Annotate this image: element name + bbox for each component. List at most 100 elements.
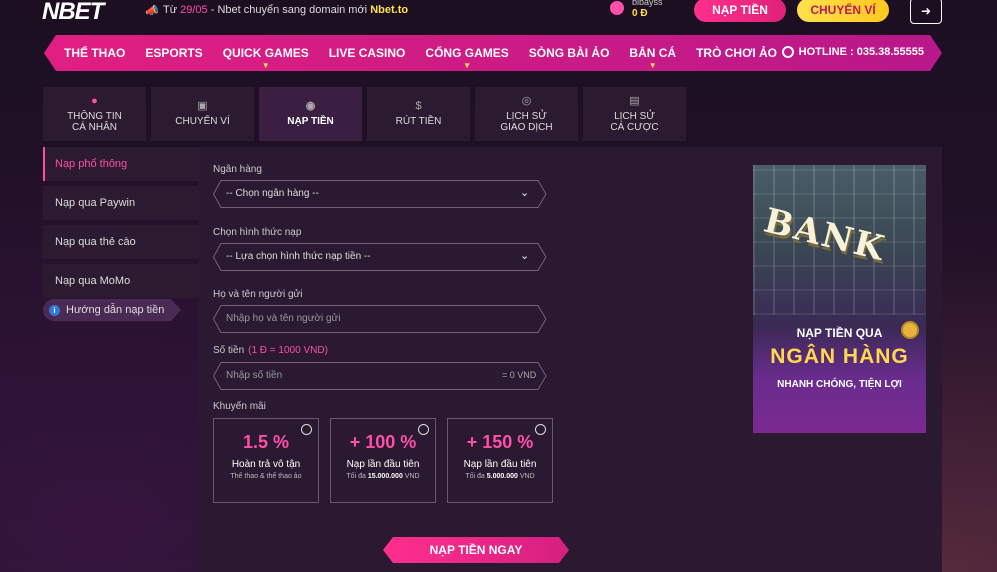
bank-label: Ngân hàng xyxy=(213,164,262,175)
nav-item[interactable]: CỔNG GAMES ▼ xyxy=(415,46,518,70)
account-tab[interactable]: ● THÔNG TIN CÁ NHÂN xyxy=(43,87,146,141)
promo-option[interactable]: + 100 % Nạp lần đầu tiên Tối đa 15.000.000… xyxy=(330,418,436,503)
radio-button[interactable] xyxy=(418,424,429,435)
user-icon: ● xyxy=(91,94,98,107)
announce-domain[interactable]: Nbet.to xyxy=(370,4,408,16)
transfer-top-button[interactable]: CHUYỂN VÍ xyxy=(797,0,889,22)
amount-label: Số tiền (1 Đ = 1000 VND) xyxy=(213,345,328,356)
account-tab[interactable]: ◎ LỊCH SỬ GIAO DỊCH xyxy=(475,87,578,141)
balance: 0 Đ xyxy=(632,8,648,19)
tab-label-line1: THÔNG TIN xyxy=(67,110,122,122)
nav-item[interactable]: BẮN CÁ ▼ xyxy=(619,46,686,70)
promo-label: Khuyến mãi xyxy=(213,401,266,412)
promo-value: + 150 % xyxy=(466,432,534,452)
bank-banner[interactable]: BANK NẠP TIỀN QUA NGÂN HÀNG NHANH CHÓNG,… xyxy=(753,165,926,433)
promo-sub-post: VND xyxy=(517,473,535,480)
coin-icon xyxy=(901,321,919,339)
promo-sub-pre: Tối đa xyxy=(465,473,487,480)
account-tab[interactable]: ▣ CHUYỂN VÍ xyxy=(151,87,254,141)
amount-input[interactable]: Nhập số tiền xyxy=(226,370,282,381)
promo-sub: Thể thao & thể thao ảo xyxy=(214,473,318,480)
tab-label-line1: RÚT TIỀN xyxy=(395,116,442,127)
deposit-guide-link[interactable]: i Hướng dẫn nạp tiền xyxy=(43,299,181,321)
account-tab[interactable]: ◉ NẠP TIỀN xyxy=(259,87,362,141)
info-icon: i xyxy=(49,304,60,316)
announce-date: 29/05 xyxy=(180,4,208,16)
promo-sub: Tối đa 5.000.000 VND xyxy=(448,473,552,480)
deposit-now-button[interactable]: NẠP TIỀN NGAY xyxy=(383,537,569,563)
nav-item-label: QUICK GAMES xyxy=(222,46,309,60)
account-tab[interactable]: ▤ LỊCH SỬ CÁ CƯỢC xyxy=(583,87,686,141)
main-nav: THỂ THAO ESPORTS QUICK GAMES ▼ LIVE CASINO CỔ… xyxy=(44,35,942,71)
nav-item-label: THỂ THAO xyxy=(64,46,126,60)
headset-icon xyxy=(781,46,794,58)
user-box[interactable]: bibayss 0 Đ xyxy=(610,0,663,19)
account-tabs: ● THÔNG TIN CÁ NHÂN ▣ CHUYỂN VÍ ◉ NẠP TIỀN $ RÚT… xyxy=(43,87,686,141)
top-bar: NBET 📣 Từ 29/05 - Nbet chuyển sang domai… xyxy=(0,0,997,26)
chevron-down-icon[interactable]: ⌄ xyxy=(520,186,529,199)
promo-sub: Tối đa 15.000.000 VND xyxy=(331,473,435,480)
promo-value: 1.5 % xyxy=(242,432,290,452)
sidebar-item[interactable]: Nạp qua Paywin xyxy=(43,186,198,220)
user-avatar-icon xyxy=(610,1,624,15)
tab-label-line2: CÁ NHÂN xyxy=(71,121,117,133)
sidebar-item[interactable]: Nạp qua MoMo xyxy=(43,264,198,298)
nav-item[interactable]: SÒNG BÀI ẢO xyxy=(519,46,620,60)
history-icon: ◎ xyxy=(521,94,532,107)
tab-label-line2: GIAO DỊCH xyxy=(500,121,553,133)
amount-conversion: = 0 VND xyxy=(502,370,537,380)
announce-text: - Nbet chuyển sang domain mới xyxy=(207,4,371,16)
money-bag-icon: $ xyxy=(415,100,422,112)
banner-line2: NGÂN HÀNG xyxy=(770,345,909,368)
nav-item-label: CỔNG GAMES xyxy=(425,46,509,60)
nav-item[interactable]: LIVE CASINO xyxy=(319,46,416,60)
tab-label-line1: LỊCH SỬ xyxy=(506,110,547,122)
promo-sub-post: VND xyxy=(402,473,420,480)
deposit-sidebar: Nạp phổ thông Nạp qua Paywin Nạp qua thẻ c… xyxy=(43,147,198,321)
bet-history-icon: ▤ xyxy=(629,94,640,107)
deposit-top-button[interactable]: NẠP TIỀN xyxy=(694,0,786,22)
username: bibayss xyxy=(632,0,663,7)
nav-item[interactable]: QUICK GAMES ▼ xyxy=(213,46,319,70)
caret-down-icon: ▼ xyxy=(463,61,471,70)
sidebar-item[interactable]: Nạp qua thẻ cào xyxy=(43,225,198,259)
promo-title: Hoàn trả vô tận xyxy=(231,459,301,470)
radio-button[interactable] xyxy=(301,424,312,435)
guide-label: Hướng dẫn nạp tiền xyxy=(66,304,165,316)
nav-item[interactable]: TRÒ CHƠI ẢO xyxy=(686,46,787,60)
amount-note: (1 Đ = 1000 VND) xyxy=(248,345,328,356)
promo-option[interactable]: + 150 % Nạp lần đầu tiên Tối đa 5.000.000 … xyxy=(447,418,553,503)
caret-down-icon: ▼ xyxy=(261,61,270,70)
radio-button[interactable] xyxy=(535,424,546,435)
tab-label-line1: NẠP TIỀN xyxy=(287,116,334,127)
promo-option[interactable]: 1.5 % Hoàn trả vô tận Thể thao & thể thao … xyxy=(213,418,319,503)
chevron-down-icon[interactable]: ⌄ xyxy=(520,249,529,262)
promo-title: Nạp lần đầu tiên xyxy=(463,459,537,470)
nav-item-label: TRÒ CHƠI ẢO xyxy=(696,46,777,60)
logo-text: NBET xyxy=(42,0,104,25)
promo-title: Nạp lần đầu tiên xyxy=(346,459,420,470)
nbet-logo[interactable]: NBET xyxy=(42,0,104,26)
caret-down-icon: ▼ xyxy=(648,61,657,70)
nav-item-label: ESPORTS xyxy=(145,46,203,60)
nav-item-label: LIVE CASINO xyxy=(328,46,406,60)
account-tab[interactable]: $ RÚT TIỀN xyxy=(367,87,470,141)
promo-sub-amount: 15.000.000 xyxy=(367,473,403,480)
promo-value: + 100 % xyxy=(349,432,417,452)
announce-prefix: Từ xyxy=(163,4,181,16)
sender-name-input[interactable]: Nhập họ và tên người gửi xyxy=(226,313,340,324)
nav-item-label: BẮN CÁ xyxy=(629,46,677,60)
promo-sub-amount: 5.000.000 xyxy=(486,473,518,480)
tab-label-line2: CÁ CƯỢC xyxy=(610,121,659,133)
promo-options: 1.5 % Hoàn trả vô tận Thể thao & thể thao … xyxy=(213,418,553,503)
deposit-panel: Ngân hàng -- Chọn ngân hàng -- ⌄ Chọn hì… xyxy=(198,147,942,572)
method-select[interactable]: -- Lựa chọn hình thức nạp tiền -- xyxy=(226,251,371,262)
sidebar-item[interactable]: Nạp phổ thông xyxy=(43,147,198,181)
wallet-icon: ▣ xyxy=(197,100,208,112)
logout-icon[interactable]: ➜ xyxy=(910,0,942,24)
hotline-text: HOTLINE : 035.38.55555 xyxy=(798,46,924,58)
nav-item[interactable]: ESPORTS xyxy=(135,46,212,60)
hotline[interactable]: HOTLINE : 035.38.55555 xyxy=(781,46,924,58)
bank-select[interactable]: -- Chọn ngân hàng -- xyxy=(226,188,319,199)
nav-item[interactable]: THỂ THAO xyxy=(54,46,135,60)
